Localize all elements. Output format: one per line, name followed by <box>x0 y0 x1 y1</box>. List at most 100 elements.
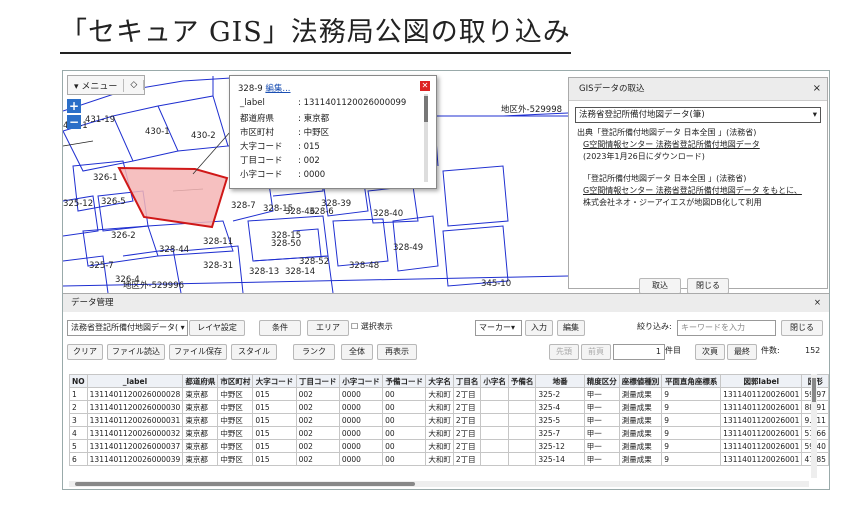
redisplay-button[interactable]: 再表示 <box>377 344 417 360</box>
table-cell <box>480 413 509 427</box>
close-data-button[interactable]: 閉じる <box>781 320 823 336</box>
condition-button[interactable]: 条件 <box>259 320 301 336</box>
column-header[interactable]: 丁目名 <box>452 374 482 388</box>
table-cell <box>507 452 537 466</box>
feature-popup: 328-9 編集... ✕ _label: 131140112002600009… <box>229 75 437 189</box>
last-page-button[interactable]: 最終 <box>727 344 757 360</box>
gis-source-link[interactable]: G空間情報センター 法務省登記所備付地図データ をもとに、 <box>577 185 819 197</box>
popup-row: 市区町村: 中野区 <box>240 128 330 138</box>
table-cell: 00 <box>382 387 427 401</box>
popup-scrollbar[interactable] <box>424 94 428 182</box>
table-row[interactable]: 4 1311401120026000032 東京都 中野区 015 002 0000 00 大和… <box>69 426 829 440</box>
first-page-button[interactable]: 先頭 <box>549 344 579 360</box>
marker-select[interactable]: マーカー▾ <box>475 320 522 336</box>
table-cell: 1311401120026001 <box>720 387 803 401</box>
zoom-out-button[interactable]: − <box>67 115 81 129</box>
all-button[interactable]: 全体 <box>341 344 373 360</box>
gis-source-description: 出典「登記所備付地図データ 日本全国 」(法務省) G空間情報センター 法務省登… <box>569 123 827 213</box>
table-cell: 大和町 <box>425 452 454 466</box>
clear-button[interactable]: クリア <box>67 344 103 360</box>
table-cell: 325-14 <box>535 452 585 466</box>
popup-row: _label: 1311401120026000099 <box>240 98 407 108</box>
gis-import-button[interactable]: 取込 <box>639 278 681 294</box>
area-button[interactable]: エリア <box>307 320 349 336</box>
table-cell: 00 <box>382 439 427 453</box>
layer-toggle-icon[interactable]: ◇ <box>124 80 145 90</box>
data-toolbar-1: 法務省登記所備付地図データ( ▾ レイヤ設定 条件 エリア ☐ 選択表示 マーカ… <box>63 320 829 338</box>
table-cell: 1 <box>69 387 88 401</box>
column-header[interactable]: 平面直角座標系 <box>661 374 722 388</box>
filter-label: 絞り込み: <box>637 322 672 331</box>
table-row[interactable]: 6 1311401120026000039 東京都 中野区 015 002 0000 00 大和… <box>69 452 829 466</box>
column-header[interactable]: 都道府県 <box>182 374 219 388</box>
table-cell: 大和町 <box>425 439 454 453</box>
column-header[interactable]: 座標値種別 <box>618 374 663 388</box>
table-cell: 東京都 <box>182 387 219 401</box>
column-header[interactable]: 丁目コード <box>295 374 340 388</box>
menu-button[interactable]: ▾ メニュー <box>68 78 125 92</box>
popup-close-icon[interactable]: ✕ <box>420 81 430 91</box>
column-header[interactable]: 市区町村 <box>217 374 254 388</box>
file-save-button[interactable]: ファイル保存 <box>169 344 227 360</box>
table-row[interactable]: 5 1311401120026000037 東京都 中野区 015 002 0000 00 大和… <box>69 439 829 453</box>
table-cell: 0000 <box>338 439 384 453</box>
page-input[interactable]: 1 <box>613 344 665 360</box>
column-header[interactable]: 予備名 <box>507 374 537 388</box>
table-cell: 甲一 <box>583 426 620 440</box>
popup-edit-link[interactable]: 編集... <box>265 84 290 94</box>
column-header[interactable]: NO <box>69 374 88 388</box>
parcel-label: 328-11 <box>203 237 234 247</box>
column-header[interactable]: 予備コード <box>382 374 427 388</box>
edit-button[interactable]: 編集 <box>557 320 585 336</box>
table-cell: 大和町 <box>425 413 454 427</box>
parcel-label: 326-5 <box>101 197 126 207</box>
column-header[interactable]: 精度区分 <box>583 374 620 388</box>
column-header[interactable]: 大字名 <box>425 374 454 388</box>
table-cell: 測量成果 <box>618 413 663 427</box>
table-row[interactable]: 1 1311401120026000028 東京都 中野区 015 002 0000 00 大和… <box>69 387 829 401</box>
table-cell: 015 <box>252 387 297 401</box>
column-header[interactable]: 地番 <box>535 374 585 388</box>
column-header[interactable]: 図郭label <box>720 374 803 388</box>
table-cell: 00 <box>382 400 427 414</box>
layer-settings-button[interactable]: レイヤ設定 <box>189 320 245 336</box>
zoom-in-button[interactable]: + <box>67 99 81 113</box>
popup-row: 丁目コード: 002 <box>240 156 320 166</box>
file-load-button[interactable]: ファイル読込 <box>107 344 165 360</box>
next-page-button[interactable]: 次頁 <box>695 344 725 360</box>
table-cell: 015 <box>252 452 297 466</box>
column-header[interactable]: 小字名 <box>480 374 509 388</box>
column-header[interactable]: 大字コード <box>252 374 297 388</box>
selection-display-checkbox[interactable]: ☐ 選択表示 <box>351 320 393 334</box>
input-button[interactable]: 入力 <box>525 320 553 336</box>
popup-key: _label <box>240 98 265 108</box>
filter-input[interactable]: キーワードを入力 <box>677 320 776 336</box>
parcel-label: 328-44 <box>159 245 190 255</box>
table-cell <box>507 387 537 401</box>
column-header[interactable]: _label <box>86 374 184 388</box>
table-cell: 1311401120026000028 <box>86 387 184 401</box>
parcel-label: 431-19 <box>85 115 116 125</box>
layer-select[interactable]: 法務省登記所備付地図データ( ▾ <box>67 320 188 336</box>
gis-source-link[interactable]: G空間情報センター 法務省登記所備付地図データ <box>577 139 819 151</box>
table-cell: 測量成果 <box>618 452 663 466</box>
table-cell <box>507 426 537 440</box>
table-vertical-scrollbar[interactable] <box>811 374 817 478</box>
table-row[interactable]: 2 1311401120026000030 東京都 中野区 015 002 0000 00 大和… <box>69 400 829 414</box>
data-panel-close-icon[interactable]: × <box>814 294 821 312</box>
rank-button[interactable]: ランク <box>293 344 335 360</box>
column-header[interactable]: 小字コード <box>338 374 384 388</box>
gis-panel-close-icon[interactable]: × <box>813 78 821 100</box>
style-button[interactable]: スタイル <box>231 344 277 360</box>
table-cell: 9 <box>661 426 722 440</box>
gis-source-select[interactable]: 法務省登記所備付地図データ(筆) <box>575 107 821 123</box>
gis-close-button[interactable]: 閉じる <box>687 278 729 294</box>
table-cell: 1311401120026000030 <box>86 400 184 414</box>
parcel-label: 326-4 <box>115 275 140 285</box>
table-cell: 002 <box>295 452 340 466</box>
table-horizontal-scrollbar[interactable] <box>69 481 809 487</box>
prev-page-button[interactable]: 前頁 <box>581 344 611 360</box>
map-toolbar: ▾ メニュー ◇ <box>67 75 146 95</box>
table-row[interactable]: 3 1311401120026000031 東京都 中野区 015 002 0000 00 大和… <box>69 413 829 427</box>
table-cell: 6 <box>69 452 88 466</box>
